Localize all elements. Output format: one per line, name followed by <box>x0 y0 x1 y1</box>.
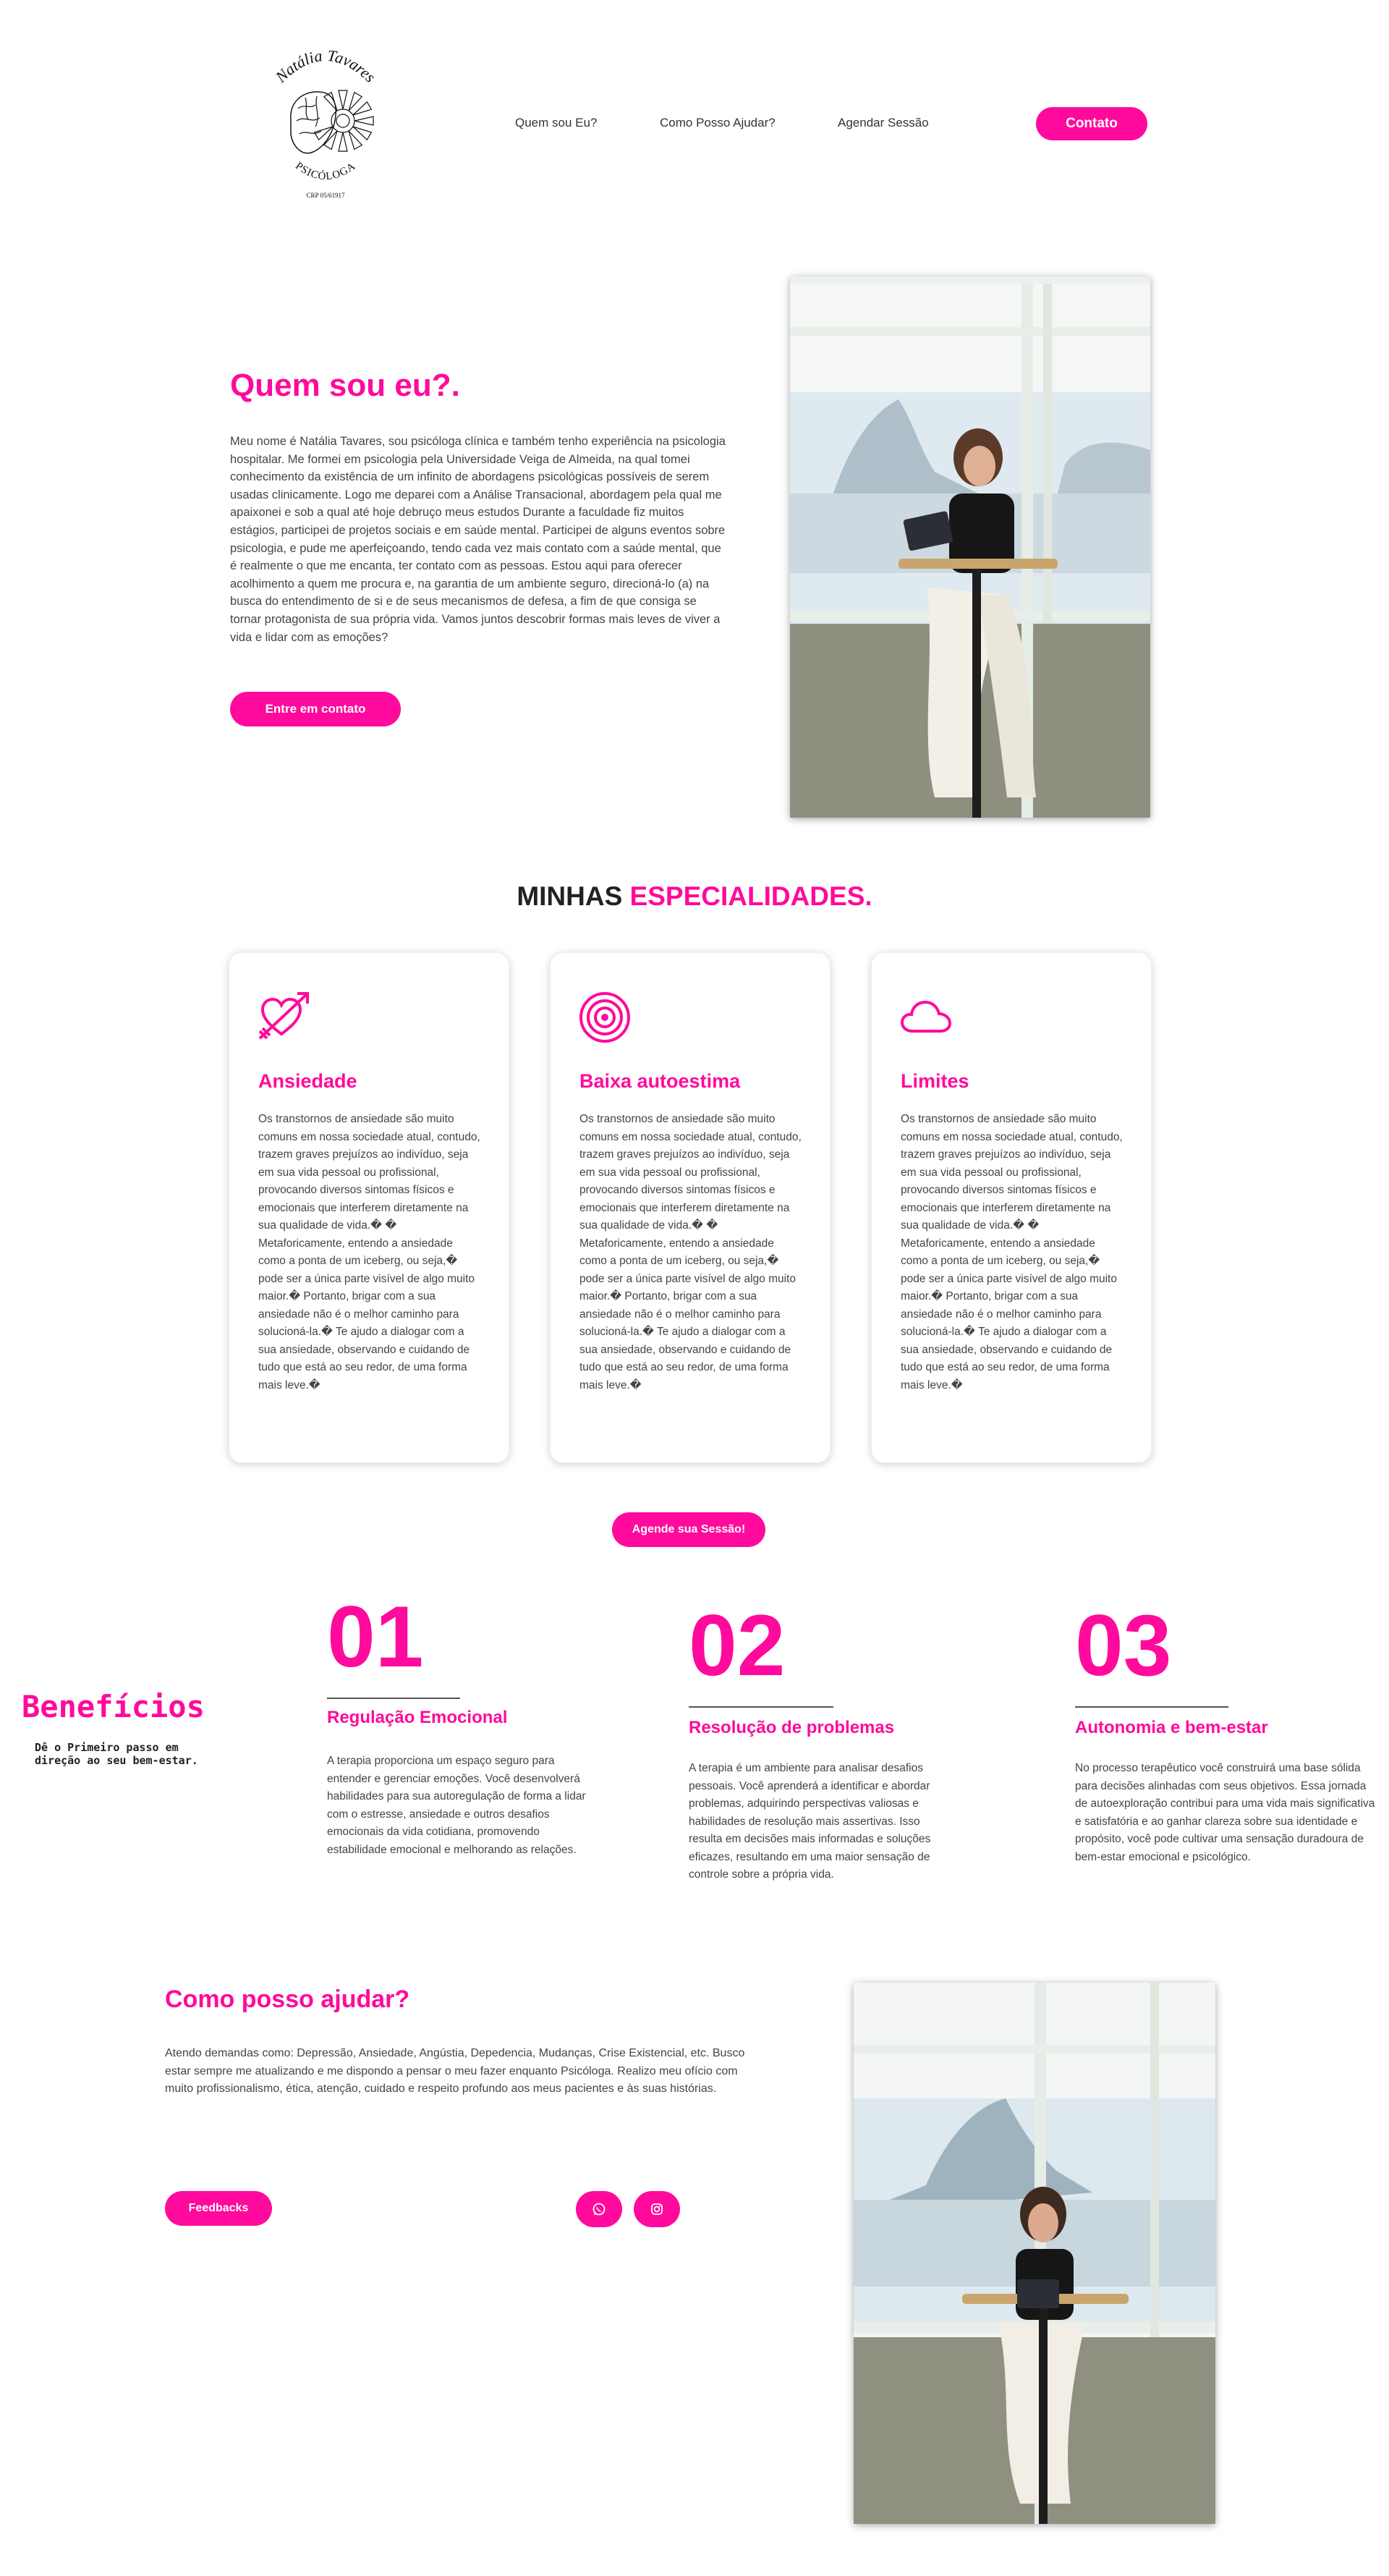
psychologist-portrait-image <box>790 276 1150 818</box>
nav-quem-sou-eu[interactable]: Quem sou Eu? <box>515 116 597 130</box>
agende-sessao-button[interactable]: Agende sua Sessão! <box>612 1512 765 1547</box>
benefit-text: No processo terapêutico você construirá … <box>1075 1762 1375 1863</box>
card-title: Limites <box>901 1070 969 1092</box>
benefit-text: A terapia proporciona um espaço seguro p… <box>327 1755 586 1856</box>
specialties-title: MINHAS ESPECIALIDADES. <box>0 881 1389 912</box>
logo-crp: CRP 05/61917 <box>307 192 345 199</box>
card-text: Os transtornos de ansiedade são muito co… <box>901 1113 1123 1391</box>
whatsapp-button[interactable] <box>576 2191 622 2227</box>
nav-agendar-sessao[interactable]: Agendar Sessão <box>838 116 929 130</box>
specialty-card-baixa-autoestima: Baixa autoestima Os transtornos de ansie… <box>550 952 831 1463</box>
benefit-title: Regulação Emocional <box>327 1708 508 1727</box>
instagram-button[interactable] <box>634 2191 680 2227</box>
card-title: Baixa autoestima <box>579 1070 741 1092</box>
target-icon <box>578 991 632 1044</box>
card-title: Ansiedade <box>258 1070 357 1092</box>
feedbacks-button[interactable]: Feedbacks <box>165 2191 272 2226</box>
brand-logo[interactable]: Natália Tavares PSICÓLOGA CRP 05/61917 <box>268 40 383 206</box>
help-photo <box>854 1983 1215 2524</box>
entre-em-contato-button[interactable]: Entre em contato <box>230 692 401 726</box>
instagram-icon <box>651 2203 663 2215</box>
brain-flower-logo-icon: Natália Tavares PSICÓLOGA CRP 05/61917 <box>271 46 379 199</box>
divider <box>327 1698 460 1699</box>
logo-profession: PSICÓLOGA <box>293 160 357 182</box>
specialties-title-dark: MINHAS <box>517 881 630 911</box>
divider <box>1075 1706 1228 1708</box>
psychologist-seated-image <box>854 1983 1215 2524</box>
benefit-text: A terapia é um ambiente para analisar de… <box>689 1762 931 1881</box>
whatsapp-icon <box>592 2203 606 2216</box>
divider <box>689 1706 833 1708</box>
card-text: Os transtornos de ansiedade são muito co… <box>579 1113 802 1391</box>
specialty-card-limites: Limites Os transtornos de ansiedade são … <box>871 952 1152 1463</box>
benefit-number: 03 <box>1075 1597 1172 1694</box>
logo-name: Natália Tavares <box>271 46 379 86</box>
about-title: Quem sou eu?. <box>230 368 460 403</box>
card-text: Os transtornos de ansiedade são muito co… <box>258 1113 480 1391</box>
about-text: Meu nome é Natália Tavares, sou psicólog… <box>230 435 726 644</box>
about-photo <box>790 276 1150 818</box>
benefit-title: Autonomia e bem-estar <box>1075 1718 1268 1737</box>
benefit-title: Resolução de problemas <box>689 1718 895 1737</box>
svg-text:Natália Tavares: Natália Tavares <box>271 46 379 86</box>
benefits-title: Benefícios <box>22 1689 205 1724</box>
benefits-subtitle: Dê o Primeiro passo em direção ao seu be… <box>35 1741 198 1767</box>
specialty-card-ansiedade: Ansiedade Os transtornos de ansiedade sã… <box>229 952 509 1463</box>
nav-como-posso-ajudar[interactable]: Como Posso Ajudar? <box>660 116 776 130</box>
benefit-number: 01 <box>327 1588 424 1685</box>
help-title: Como posso ajudar? <box>165 1986 410 2013</box>
specialties-title-pink: ESPECIALIDADES. <box>629 881 872 911</box>
contato-button[interactable]: Contato <box>1036 107 1147 140</box>
cloud-icon <box>899 991 953 1044</box>
benefit-number: 02 <box>689 1597 786 1694</box>
help-text: Atendo demandas como: Depressão, Ansieda… <box>165 2047 745 2095</box>
heart-arrow-icon <box>257 991 310 1044</box>
svg-text:PSICÓLOGA: PSICÓLOGA <box>293 160 358 182</box>
